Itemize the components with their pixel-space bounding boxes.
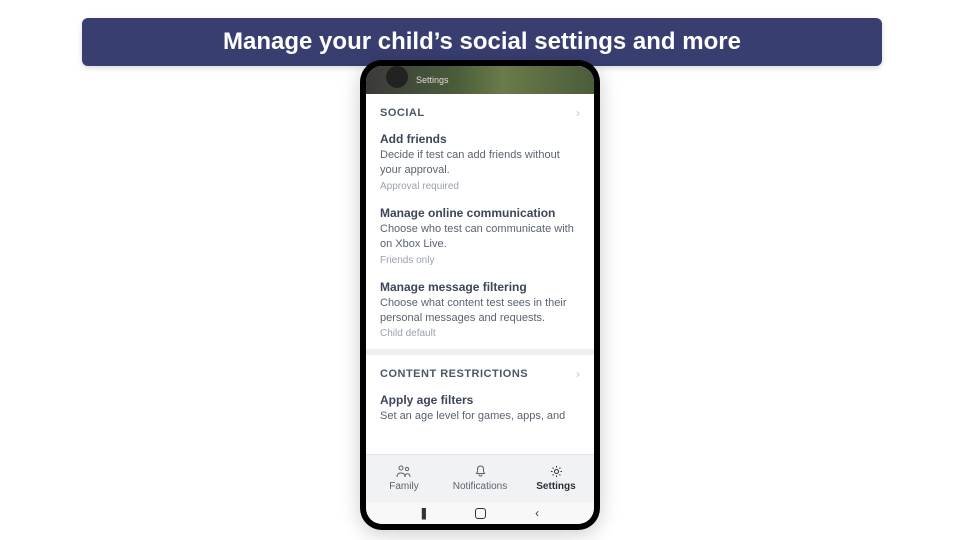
avatar [386, 66, 408, 88]
recent-apps-icon[interactable]: ||| [421, 506, 425, 520]
setting-title: Add friends [380, 132, 580, 146]
home-icon[interactable] [475, 508, 486, 519]
page-banner: Manage your child’s social settings and … [82, 18, 882, 66]
phone-screen: Settings SOCIAL › Add friends Decide if … [366, 66, 594, 524]
screen-header: Settings [366, 66, 594, 94]
setting-title: Manage message filtering [380, 280, 580, 294]
nav-settings[interactable]: Settings [518, 455, 594, 502]
android-nav-bar: ||| ‹ [366, 502, 594, 524]
setting-desc: Choose what content test sees in their p… [380, 296, 580, 327]
setting-online-communication[interactable]: Manage online communication Choose who t… [366, 202, 594, 276]
banner-text: Manage your child’s social settings and … [223, 28, 741, 56]
nav-family[interactable]: Family [366, 455, 442, 502]
nav-notifications[interactable]: Notifications [442, 455, 518, 502]
back-icon[interactable]: ‹ [535, 506, 539, 520]
bottom-nav: Family Notifications Settings [366, 454, 594, 502]
setting-add-friends[interactable]: Add friends Decide if test can add frien… [366, 128, 594, 202]
setting-value: Friends only [380, 255, 580, 266]
bell-icon [474, 465, 487, 480]
phone-frame: Settings SOCIAL › Add friends Decide if … [360, 60, 600, 530]
settings-scroll[interactable]: SOCIAL › Add friends Decide if test can … [366, 94, 594, 454]
setting-age-filters[interactable]: Apply age filters Set an age level for g… [366, 389, 594, 436]
nav-label: Family [389, 481, 418, 492]
nav-label: Settings [536, 481, 575, 492]
setting-desc: Choose who test can communicate with on … [380, 222, 580, 253]
chevron-right-icon: › [576, 367, 580, 381]
setting-title: Apply age filters [380, 393, 580, 407]
setting-title: Manage online communication [380, 206, 580, 220]
header-subtitle: Settings [416, 75, 449, 85]
section-header-social[interactable]: SOCIAL › [366, 94, 594, 128]
section-header-content[interactable]: CONTENT RESTRICTIONS › [366, 355, 594, 389]
gear-icon [550, 465, 563, 480]
setting-desc: Decide if test can add friends without y… [380, 148, 580, 179]
family-icon [396, 465, 412, 480]
setting-message-filtering[interactable]: Manage message filtering Choose what con… [366, 276, 594, 350]
setting-desc: Set an age level for games, apps, and [380, 409, 580, 424]
section-title: CONTENT RESTRICTIONS [380, 368, 528, 380]
setting-value: Approval required [380, 181, 580, 192]
chevron-right-icon: › [576, 106, 580, 120]
setting-value: Child default [380, 328, 580, 339]
nav-label: Notifications [453, 481, 507, 492]
section-title: SOCIAL [380, 107, 425, 119]
